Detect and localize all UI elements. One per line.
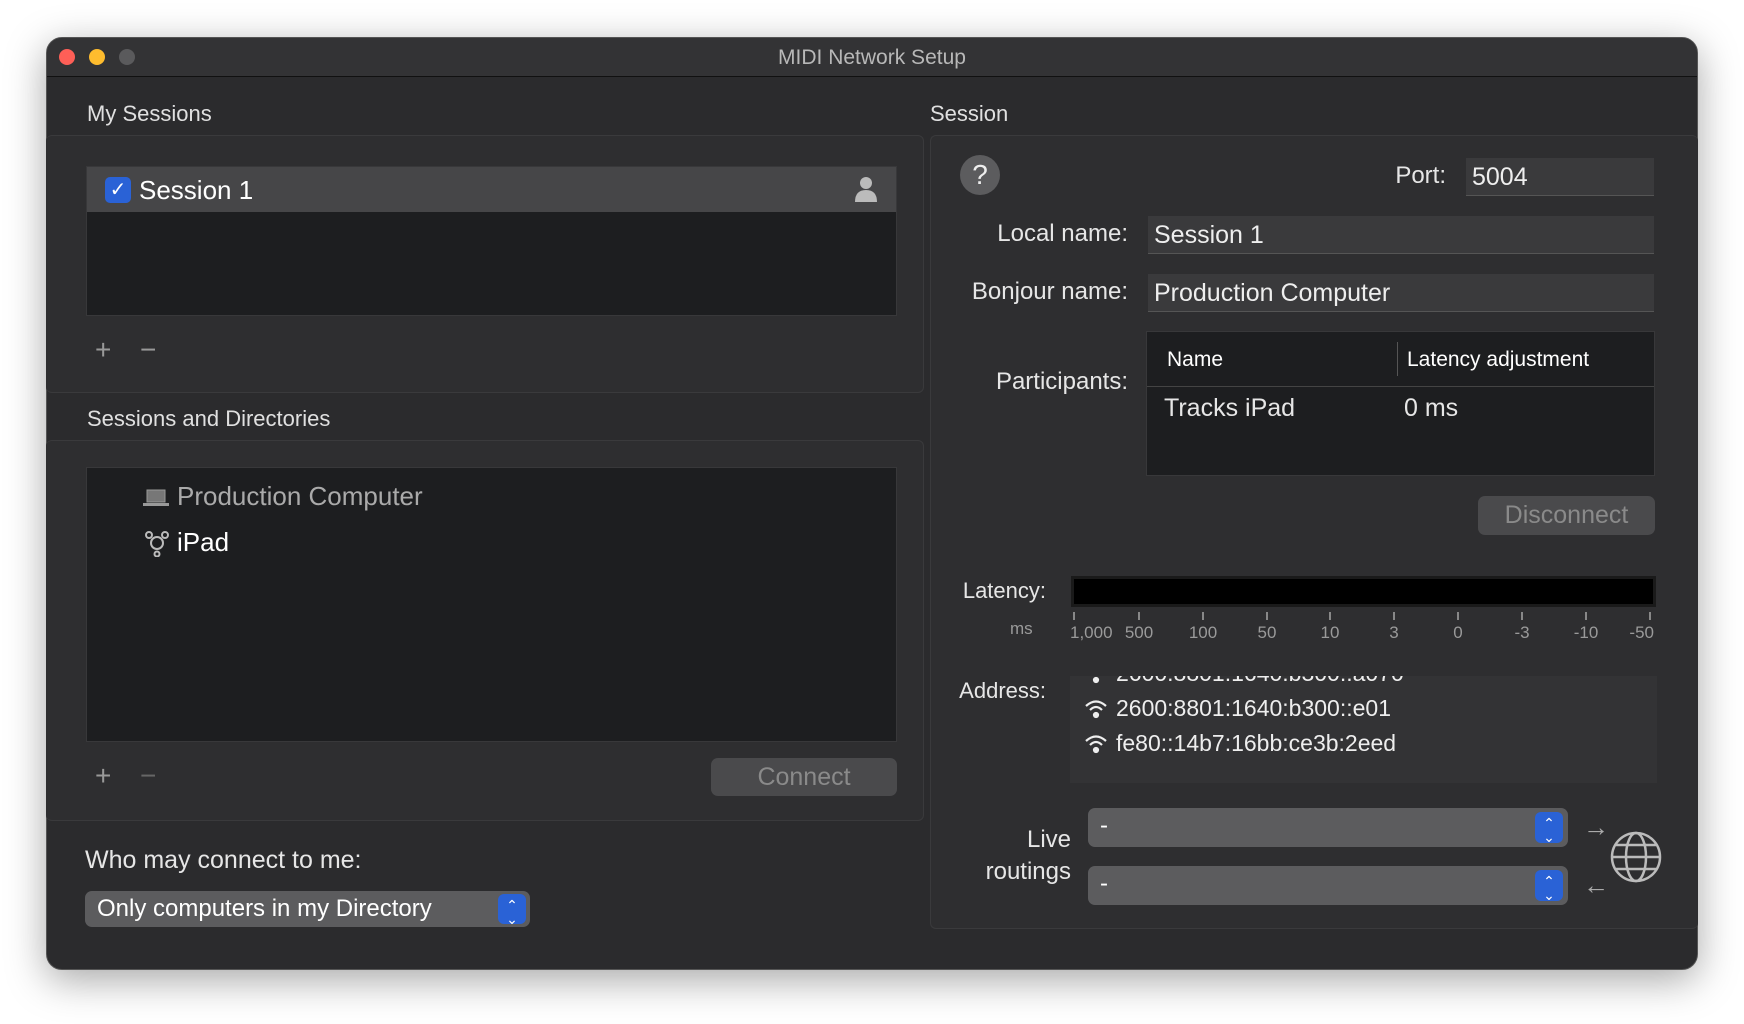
window-title: MIDI Network Setup <box>778 46 966 69</box>
who-value: Only computers in my Directory <box>97 895 432 922</box>
address-list[interactable]: 2600:8801:1640:b300::a0702600:8801:1640:… <box>1070 676 1657 783</box>
local-name-label: Local name: <box>997 220 1128 247</box>
latency-tick <box>1329 612 1331 620</box>
list-item[interactable]: iPad <box>143 523 443 563</box>
remove-directory-button[interactable]: − <box>140 760 156 792</box>
help-button[interactable]: ? <box>960 155 1000 195</box>
bonjour-name-label: Bonjour name: <box>971 278 1128 305</box>
latency-tick <box>1457 612 1459 620</box>
add-session-button[interactable]: + <box>95 334 111 366</box>
wifi-icon <box>1085 734 1107 753</box>
address-text: 2600:8801:1640:b300::a070 <box>1116 676 1404 687</box>
participant-latency: 0 ms <box>1404 394 1459 422</box>
live-routings-label-1: Live <box>1026 826 1071 853</box>
my-sessions-title: My Sessions <box>87 101 212 126</box>
latency-tick-label: 3 <box>1389 623 1399 642</box>
session-checkbox[interactable]: ✓ <box>105 177 131 203</box>
latency-tick <box>1073 612 1075 620</box>
sessions-list[interactable]: ✓ Session 1 <box>86 166 897 316</box>
session-title: Session <box>930 101 1009 126</box>
latency-tick <box>1585 612 1587 620</box>
participants-table[interactable]: Name Latency adjustment Tracks iPad 0 ms <box>1146 331 1655 476</box>
directory-item-label: iPad <box>177 527 230 557</box>
latency-tick-label: -3 <box>1514 623 1530 642</box>
port-field[interactable]: 5004 <box>1466 158 1654 196</box>
arrow-right-icon: → <box>1583 812 1609 842</box>
session-name: Session 1 <box>139 175 254 205</box>
directories-list[interactable]: Production Computer iPad <box>86 467 897 742</box>
latency-tick-label: 50 <box>1257 623 1277 642</box>
latency-unit: ms <box>1010 619 1033 638</box>
globe-icon <box>1610 831 1662 883</box>
chevron-updown-icon: ⌃ ⌄ <box>498 894 526 926</box>
latency-tick <box>1521 612 1523 620</box>
list-item[interactable]: Production Computer <box>143 477 643 517</box>
latency-tick <box>1138 612 1140 620</box>
laptop-icon <box>143 489 169 506</box>
who-label: Who may connect to me: <box>85 846 362 874</box>
latency-label: Latency: <box>962 578 1046 603</box>
latency-meter <box>1071 576 1656 607</box>
person-icon <box>855 177 877 202</box>
column-latency[interactable]: Latency adjustment <box>1407 348 1589 372</box>
address-label: Address: <box>959 678 1046 703</box>
port-label: Port: <box>1395 162 1446 189</box>
latency-tick-label: 0 <box>1453 623 1463 642</box>
routing-in-value: - <box>1100 812 1108 839</box>
routing-in-popup[interactable]: - ⌃ ⌄ <box>1088 808 1568 847</box>
address-text: fe80::14b7:16bb:ce3b:2eed <box>1116 730 1397 756</box>
live-routings-label-2: routings <box>985 858 1071 885</box>
latency-tick-label: 500 <box>1124 623 1154 642</box>
wifi-icon <box>1085 699 1107 718</box>
local-name-field[interactable]: Session 1 <box>1148 216 1654 254</box>
participant-name: Tracks iPad <box>1164 394 1296 422</box>
who-popup[interactable]: Only computers in my Directory ⌃ ⌄ <box>85 891 530 927</box>
disconnect-button[interactable]: Disconnect <box>1478 496 1655 535</box>
column-name[interactable]: Name <box>1167 348 1223 372</box>
latency-tick-label: 10 <box>1320 623 1340 642</box>
participants-label: Participants: <box>995 368 1128 395</box>
routing-out-popup[interactable]: - ⌃ ⌄ <box>1088 866 1568 905</box>
remove-session-button[interactable]: − <box>140 334 156 366</box>
latency-tick-label: -50 <box>1629 623 1654 642</box>
table-row[interactable]: Tracks iPad 0 ms <box>1147 390 1654 430</box>
address-item: 2600:8801:1640:b300::e01 <box>1084 691 1404 726</box>
column-divider <box>1397 342 1398 376</box>
wifi-icon <box>1092 676 1100 683</box>
table-header: Name Latency adjustment <box>1147 332 1654 387</box>
latency-tick <box>1649 612 1651 620</box>
latency-tick <box>1202 612 1204 620</box>
bonjour-icon <box>145 531 169 557</box>
directory-item-label: Production Computer <box>177 481 423 511</box>
directories-title: Sessions and Directories <box>87 406 331 431</box>
routing-out-value: - <box>1100 870 1108 897</box>
title-bar: MIDI Network Setup <box>47 38 1697 77</box>
latency-tick <box>1393 612 1395 620</box>
chevron-updown-icon: ⌃ ⌄ <box>1535 812 1563 844</box>
connect-button[interactable]: Connect <box>711 758 897 796</box>
arrow-left-icon: ← <box>1583 870 1609 900</box>
address-item: 2600:8801:1640:b300::a070 <box>1084 676 1404 691</box>
latency-tick <box>1266 612 1268 620</box>
add-directory-button[interactable]: + <box>95 760 111 792</box>
address-item: fe80::14b7:16bb:ce3b:2eed <box>1084 726 1404 761</box>
bonjour-name-field[interactable]: Production Computer <box>1148 274 1654 312</box>
chevron-updown-icon: ⌃ ⌄ <box>1535 870 1563 902</box>
latency-tick-label: 100 <box>1188 623 1218 642</box>
list-item[interactable]: ✓ Session 1 <box>87 167 896 212</box>
address-text: 2600:8801:1640:b300::e01 <box>1116 695 1391 721</box>
